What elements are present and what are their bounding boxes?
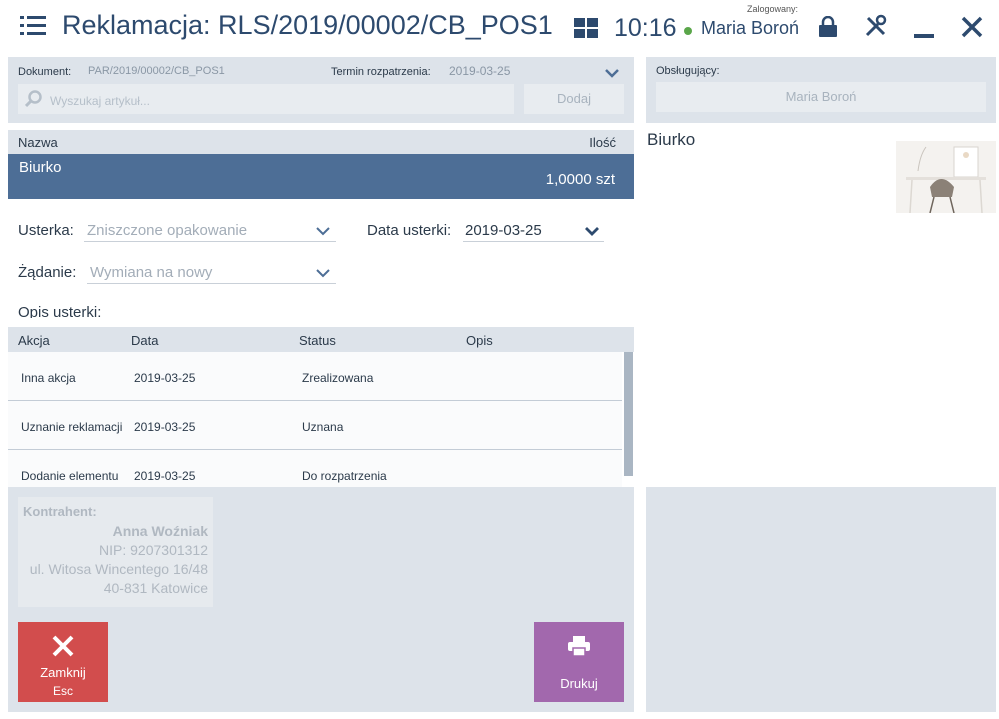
column-header-status: Status xyxy=(299,333,336,348)
column-header-quantity: Ilość xyxy=(589,135,616,150)
grid-view-icon[interactable] xyxy=(574,18,598,38)
tools-icon[interactable] xyxy=(864,14,888,38)
table-row[interactable]: Uznanie reklamacji 2019-03-25 Uznana xyxy=(8,401,622,450)
table-row[interactable]: Dodanie elementu 2019-03-25 Do rozpatrze… xyxy=(8,450,622,487)
actions-scrollbar[interactable] xyxy=(624,352,633,476)
online-status-icon xyxy=(684,27,692,35)
action-status: Zrealizowana xyxy=(302,371,374,385)
actions-table-body: Inna akcja 2019-03-25 Zrealizowana Uznan… xyxy=(8,352,634,487)
close-button[interactable]: Zamknij Esc xyxy=(18,622,108,702)
close-button-shortcut: Esc xyxy=(52,684,73,698)
contractor-label: Kontrahent: xyxy=(23,504,97,519)
close-icon xyxy=(51,634,75,663)
action-date: 2019-03-25 xyxy=(134,420,196,434)
printer-icon xyxy=(567,635,591,662)
table-row[interactable]: Biurko 1,0000 szt xyxy=(8,154,634,199)
action-status: Uznana xyxy=(302,420,344,434)
defect-label: Usterka: xyxy=(18,222,74,239)
item-quantity: 1,0000 szt xyxy=(545,171,615,188)
expand-chevron-icon[interactable] xyxy=(605,66,619,84)
lock-icon[interactable] xyxy=(818,15,838,38)
defect-underline xyxy=(84,241,336,242)
items-table-header: Nazwa Ilość xyxy=(8,130,634,154)
search-placeholder: Wyszukaj artykuł... xyxy=(50,94,150,108)
add-article-button[interactable]: Dodaj xyxy=(524,84,624,114)
defect-date-field[interactable]: 2019-03-25 xyxy=(465,222,542,239)
column-header-name: Nazwa xyxy=(18,135,58,150)
description-label-wrapper: Opis usterki: xyxy=(18,304,318,318)
print-button[interactable]: Drukuj xyxy=(534,622,624,702)
bottom-panel: Kontrahent: Anna Woźniak NIP: 9207301312… xyxy=(8,487,634,712)
print-button-label: Drukuj xyxy=(560,676,598,691)
product-preview-name: Biurko xyxy=(647,130,696,149)
request-underline xyxy=(87,283,336,284)
defect-date-underline xyxy=(463,241,604,242)
action-status: Do rozpatrzenia xyxy=(302,469,387,483)
action-date: 2019-03-25 xyxy=(134,469,196,483)
chevron-down-icon[interactable] xyxy=(585,224,599,242)
search-icon xyxy=(24,90,43,113)
document-label: Dokument: xyxy=(18,66,72,78)
description-label: Opis usterki: xyxy=(18,304,102,318)
action-name: Dodanie elementu xyxy=(21,469,119,483)
document-number: PAR/2019/00002/CB_POS1 xyxy=(88,65,225,77)
product-image xyxy=(896,141,996,213)
chevron-down-icon[interactable] xyxy=(316,224,330,242)
clock: 10:16 xyxy=(614,14,677,42)
column-header-description: Opis xyxy=(466,333,493,348)
close-window-icon[interactable] xyxy=(961,16,983,38)
item-name: Biurko xyxy=(19,159,62,176)
actions-table-header: Akcja Data Status Opis xyxy=(8,327,634,352)
deadline-label: Termin rozpatrzenia: xyxy=(331,66,431,78)
logged-in-label: Zalogowany: xyxy=(747,4,799,14)
menu-icon[interactable] xyxy=(20,16,46,38)
contractor-nip: NIP: 9207301312 xyxy=(99,542,208,558)
request-label: Żądanie: xyxy=(18,264,77,281)
minimize-icon[interactable] xyxy=(914,34,934,38)
table-row[interactable]: Inna akcja 2019-03-25 Zrealizowana xyxy=(8,352,622,401)
page-title: Reklamacja: RLS/2019/00002/CB_POS1 xyxy=(62,10,553,40)
chevron-down-icon[interactable] xyxy=(316,266,330,284)
contractor-street: ul. Witosa Wincentego 16/48 xyxy=(29,561,208,577)
document-bar: Dokument: PAR/2019/00002/CB_POS1 Termin … xyxy=(8,57,634,123)
request-select[interactable]: Wymiana na nowy xyxy=(90,264,212,281)
operator-panel: Obsługujący: Maria Boroń xyxy=(646,57,996,123)
contractor-card[interactable]: Kontrahent: Anna Woźniak NIP: 9207301312… xyxy=(18,497,213,607)
deadline-value: 2019-03-25 xyxy=(449,64,511,78)
action-date: 2019-03-25 xyxy=(134,371,196,385)
defect-select[interactable]: Zniszczone opakowanie xyxy=(87,222,247,239)
column-header-action: Akcja xyxy=(18,333,50,348)
right-bottom-panel xyxy=(646,487,996,712)
contractor-city: 40-831 Katowice xyxy=(103,580,208,596)
contractor-name: Anna Woźniak xyxy=(112,523,208,539)
defect-date-label: Data usterki: xyxy=(367,222,452,239)
operator-label: Obsługujący: xyxy=(656,65,720,77)
logged-user-name: Maria Boroń xyxy=(701,18,800,38)
action-name: Uznanie reklamacji xyxy=(21,420,123,434)
action-name: Inna akcja xyxy=(21,371,76,385)
column-header-date: Data xyxy=(131,333,159,348)
operator-select[interactable]: Maria Boroń xyxy=(656,82,986,112)
close-button-label: Zamknij xyxy=(40,665,86,680)
